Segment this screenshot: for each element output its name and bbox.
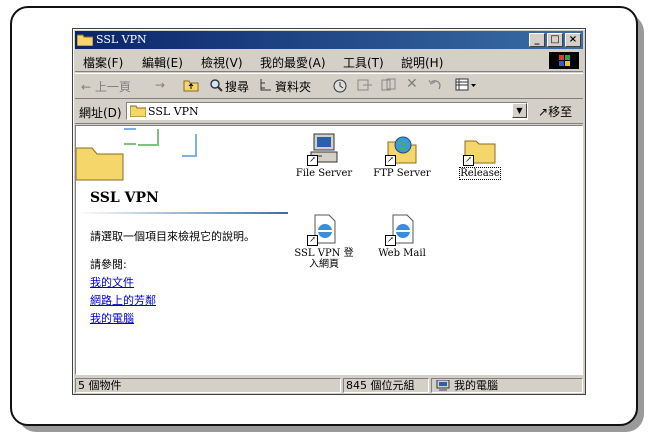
status-zone-label: 我的電腦	[454, 379, 498, 392]
status-zone: 我的電腦	[431, 378, 583, 393]
address-input[interactable]: SSL VPN	[126, 102, 528, 120]
delete-icon[interactable]: ✕	[406, 76, 418, 92]
address-label: 網址(D)	[79, 106, 122, 120]
folder-icon: ↗	[463, 132, 497, 166]
move-to-icon[interactable]	[357, 78, 373, 95]
folder-content: SSL VPN 請選取一個項目來檢視它的說明。 請參閱: 我的文件 網路上的芳鄰…	[75, 125, 583, 375]
menu-help[interactable]: 說明(H)	[401, 54, 443, 71]
item-label: SSL VPN 登入網頁	[294, 248, 354, 270]
go-arrow-icon: ↗	[538, 105, 549, 119]
folders-button[interactable]: 資料夾	[275, 78, 311, 95]
link-network-places[interactable]: 網路上的芳鄰	[90, 292, 156, 308]
search-icon	[209, 78, 223, 95]
computer-icon: ↗	[307, 132, 341, 166]
folders-icon	[259, 78, 273, 95]
address-dropdown-button[interactable]: ▼	[512, 103, 527, 118]
item-release[interactable]: ↗ Release	[440, 132, 520, 180]
item-ssl-vpn-login[interactable]: ↗ SSL VPN 登入網頁	[284, 212, 364, 270]
views-icon[interactable]	[455, 78, 477, 95]
go-label: 移至	[548, 105, 573, 119]
close-button[interactable]: ×	[565, 33, 581, 47]
item-label: File Server	[295, 168, 353, 179]
menu-file[interactable]: 檔案(F)	[83, 54, 123, 71]
link-my-computer[interactable]: 我的電腦	[90, 310, 134, 326]
address-value: SSL VPN	[148, 105, 199, 118]
task-pane: SSL VPN 請選取一個項目來檢視它的說明。 請參閱: 我的文件 網路上的芳鄰…	[76, 126, 290, 374]
forward-button[interactable]: →	[155, 78, 165, 92]
address-bar: 網址(D) SSL VPN ▼ ↗移至	[75, 99, 583, 124]
item-label: Release	[459, 167, 501, 180]
folder-banner-icon	[76, 128, 197, 181]
status-count: 5 個物件	[75, 378, 341, 393]
pane-divider	[76, 212, 288, 214]
pane-description: 請選取一個項目來檢視它的說明。	[90, 230, 255, 243]
toolbar: ← 上一頁 → 搜尋 資料夾 ✕	[75, 73, 583, 99]
window-title: SSL VPN	[96, 33, 147, 46]
windows-logo-icon	[549, 52, 579, 69]
ie-page-icon: ↗	[307, 212, 341, 246]
search-button[interactable]: 搜尋	[225, 78, 249, 95]
ftp-globe-icon: ↗	[385, 132, 419, 166]
title-bar[interactable]: SSL VPN _ □ ×	[75, 31, 583, 49]
item-file-server[interactable]: ↗ File Server	[284, 132, 364, 179]
undo-icon[interactable]	[427, 78, 443, 95]
maximize-button[interactable]: □	[547, 33, 563, 47]
item-ftp-server[interactable]: ↗ FTP Server	[362, 132, 442, 179]
back-button[interactable]: ← 上一頁	[81, 78, 131, 95]
status-bar: 5 個物件 845 個位元組 我的電腦	[75, 377, 583, 394]
menu-tools[interactable]: 工具(T)	[343, 54, 384, 71]
ie-page-icon: ↗	[385, 212, 419, 246]
explorer-window: SSL VPN _ □ × 檔案(F) 編輯(E) 檢視(V) 我的最愛(A) …	[72, 28, 586, 395]
menu-view[interactable]: 檢視(V)	[201, 54, 243, 71]
item-label: Web Mail	[378, 248, 426, 259]
item-label: FTP Server	[373, 168, 431, 179]
menu-favorites[interactable]: 我的最愛(A)	[260, 54, 326, 71]
see-also-label: 請參閱:	[90, 258, 127, 271]
history-icon[interactable]	[332, 78, 348, 97]
menu-bar: 檔案(F) 編輯(E) 檢視(V) 我的最愛(A) 工具(T) 說明(H)	[75, 51, 583, 72]
pane-title: SSL VPN	[90, 190, 159, 206]
my-computer-icon	[436, 380, 450, 391]
copy-to-icon[interactable]	[381, 78, 397, 95]
minimize-button[interactable]: _	[529, 33, 545, 47]
up-folder-icon[interactable]	[183, 78, 199, 95]
folder-icon	[77, 34, 93, 46]
link-my-documents[interactable]: 我的文件	[90, 274, 134, 290]
folder-icon	[130, 105, 146, 117]
status-size: 845 個位元組	[343, 378, 429, 393]
go-button[interactable]: ↗移至	[538, 103, 572, 120]
menu-edit[interactable]: 編輯(E)	[142, 54, 183, 71]
item-web-mail[interactable]: ↗ Web Mail	[362, 212, 442, 259]
